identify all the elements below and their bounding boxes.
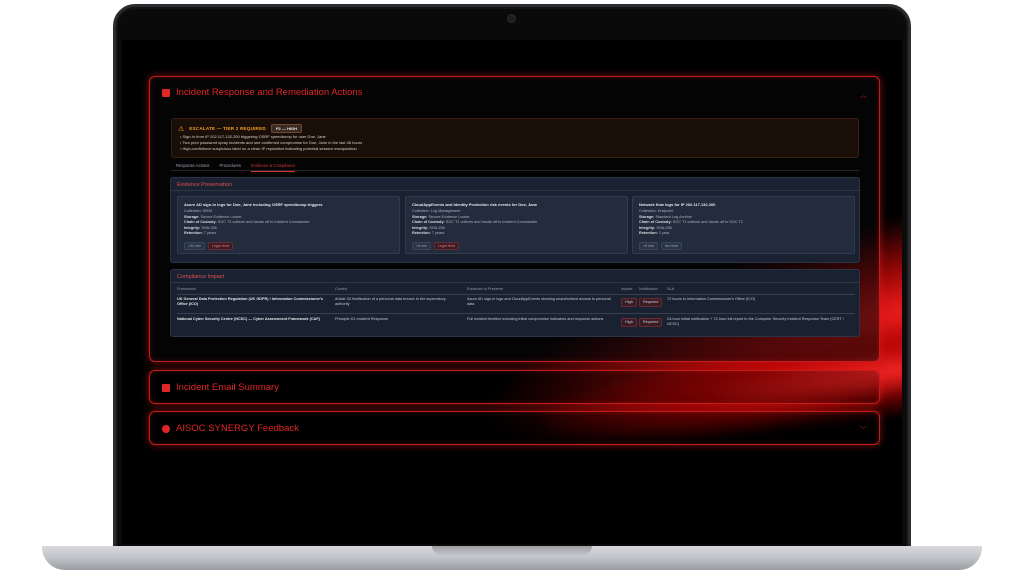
priority-badge: P2 — HIGH [270,124,302,133]
evidence-title: CloudAppEvents and Identity Protection r… [412,202,538,207]
sla-cell: 72 hours to Information Commissioner's O… [667,297,756,301]
column-header: Notification [639,287,658,291]
custody-value: SOC T2 collects and hands off to Inciden… [217,220,310,225]
retention-value: 7 years [431,231,445,236]
custody-label: Chain of Custody: [639,220,672,225]
legal-hold-tag: Legal Hold [207,242,234,250]
column-header: Framework [177,287,196,291]
storage-label: Storage: [639,214,655,219]
integrity-label: Integrity: [412,225,429,230]
control-cell: Article 33 Notification of a personal da… [335,297,446,306]
aisoc-feedback-panel[interactable]: AISOC SYNERGY Feedback ﹀ [149,411,880,445]
column-header: Control [335,287,348,291]
email-summary-header[interactable]: Incident Email Summary [162,382,279,393]
custody-label: Chain of Custody: [184,220,217,225]
divider [177,294,855,295]
warning-triangle-icon: ⚠ [178,125,185,133]
framework-cell: UK General Data Protection Regulation (U… [177,297,324,306]
chat-bubble-icon [162,424,170,433]
tab-divider [171,170,859,171]
incident-response-panel: Incident Response and Remediation Action… [149,76,880,362]
evidence-preservation-section: Evidence Preservation Azure AD sign-in l… [170,177,860,263]
framework-cell: National Cyber Security Centre (NCSC) — … [177,317,320,321]
notification-badge: Required [639,318,663,327]
legal-hold-tag: Legal Hold [433,242,460,250]
integrity-label: Integrity: [184,225,201,230]
chevron-down-icon[interactable]: ﹀ [860,384,867,394]
column-header: Impact [621,287,633,291]
evidence-card: Network flow logs for IP 202.117.132.200… [632,196,855,254]
incident-response-header[interactable]: Incident Response and Remediation Action… [162,87,362,98]
chevron-up-icon[interactable]: ︿ [860,90,867,100]
incident-email-summary-panel[interactable]: Incident Email Summary ﹀ [149,370,880,404]
storage-label: Storage: [184,214,200,219]
retention-label: Retention: [184,231,203,236]
storage-value: Standard Log Archive [655,214,692,219]
panel-title: Incident Response and Remediation Action… [176,87,363,98]
evidence-title: Network flow logs for IP 202.117.132.200 [639,202,716,207]
integrity-value: SHA-256 [201,225,217,230]
evidence-card: Azure AD sign-in logs for Doe, Jane incl… [177,196,400,254]
list-item: High-confidence suspicious label on a cl… [180,146,362,152]
column-header: Evidence to Preserve [467,287,504,291]
laptop-notch [432,546,592,555]
no-hold-tag: No Hold [660,242,682,250]
table-row: UK General Data Protection Regulation (U… [177,297,855,311]
screen: Incident Response and Remediation Action… [122,40,902,544]
column-header: SLA [667,287,675,291]
table-row: National Cyber Security Centre (NCSC) — … [177,317,855,331]
compliance-impact-section: Compliance Impact Framework Control Evid… [170,269,860,337]
time-tag: <5 min [639,242,658,250]
retention-value: 7 years [203,231,217,236]
retention-label: Retention: [412,231,431,236]
evidence-card: CloudAppEvents and Identity Protection r… [405,196,628,254]
storage-value: Secure Evidence Locker [428,214,470,219]
chevron-down-icon[interactable]: ﹀ [860,425,867,435]
sla-cell: 24-hour initial notification + 72-hour f… [667,317,844,326]
panel-title: Incident Email Summary [176,382,279,393]
time-tag: <6 min [412,242,431,250]
envelope-icon [162,383,170,392]
feedback-header[interactable]: AISOC SYNERGY Feedback [162,423,299,434]
panel-title: AISOC SYNERGY Feedback [176,423,299,434]
escalation-reasons: Sign-in from IP 202.117.132.200 triggeri… [180,134,362,153]
custody-label: Chain of Custody: [412,220,445,225]
section-title: Evidence Preservation [177,182,233,188]
storage-label: Storage: [412,214,428,219]
time-tag: <30 min [184,242,205,250]
escalation-label: ESCALATE — TIER 2 REQUIRED [189,126,266,131]
retention-value: 1 year [658,231,670,236]
divider [171,190,859,191]
impact-badge: High [621,298,637,307]
integrity-value: SHA-256 [429,225,445,230]
evidence-cell: Full incident timeline including initial… [467,317,604,321]
evidence-title: Azure AD sign-in logs for Doe, Jane incl… [184,202,323,207]
divider [171,282,859,283]
clipboard-icon [162,88,170,97]
control-cell: Principle D1 Incident Response [335,317,388,321]
section-title: Compliance Impact [177,274,225,280]
retention-label: Retention: [639,231,658,236]
custody-value: SOC T1 collects and hands off to SOC T2 [672,220,744,225]
integrity-label: Integrity: [639,225,656,230]
custody-value: SOC T2 collects and hands off to Inciden… [445,220,538,225]
escalation-alert: ⚠ ESCALATE — TIER 2 REQUIRED P2 — HIGH S… [171,118,859,158]
evidence-cell: Azure AD sign-in logs and CloudAppEvents… [467,297,611,306]
storage-value: Secure Evidence Locker [200,214,242,219]
divider [177,313,855,314]
notification-badge: Required [639,298,663,307]
impact-badge: High [621,318,637,327]
camera-icon [508,15,515,22]
integrity-value: SHA-256 [656,225,672,230]
